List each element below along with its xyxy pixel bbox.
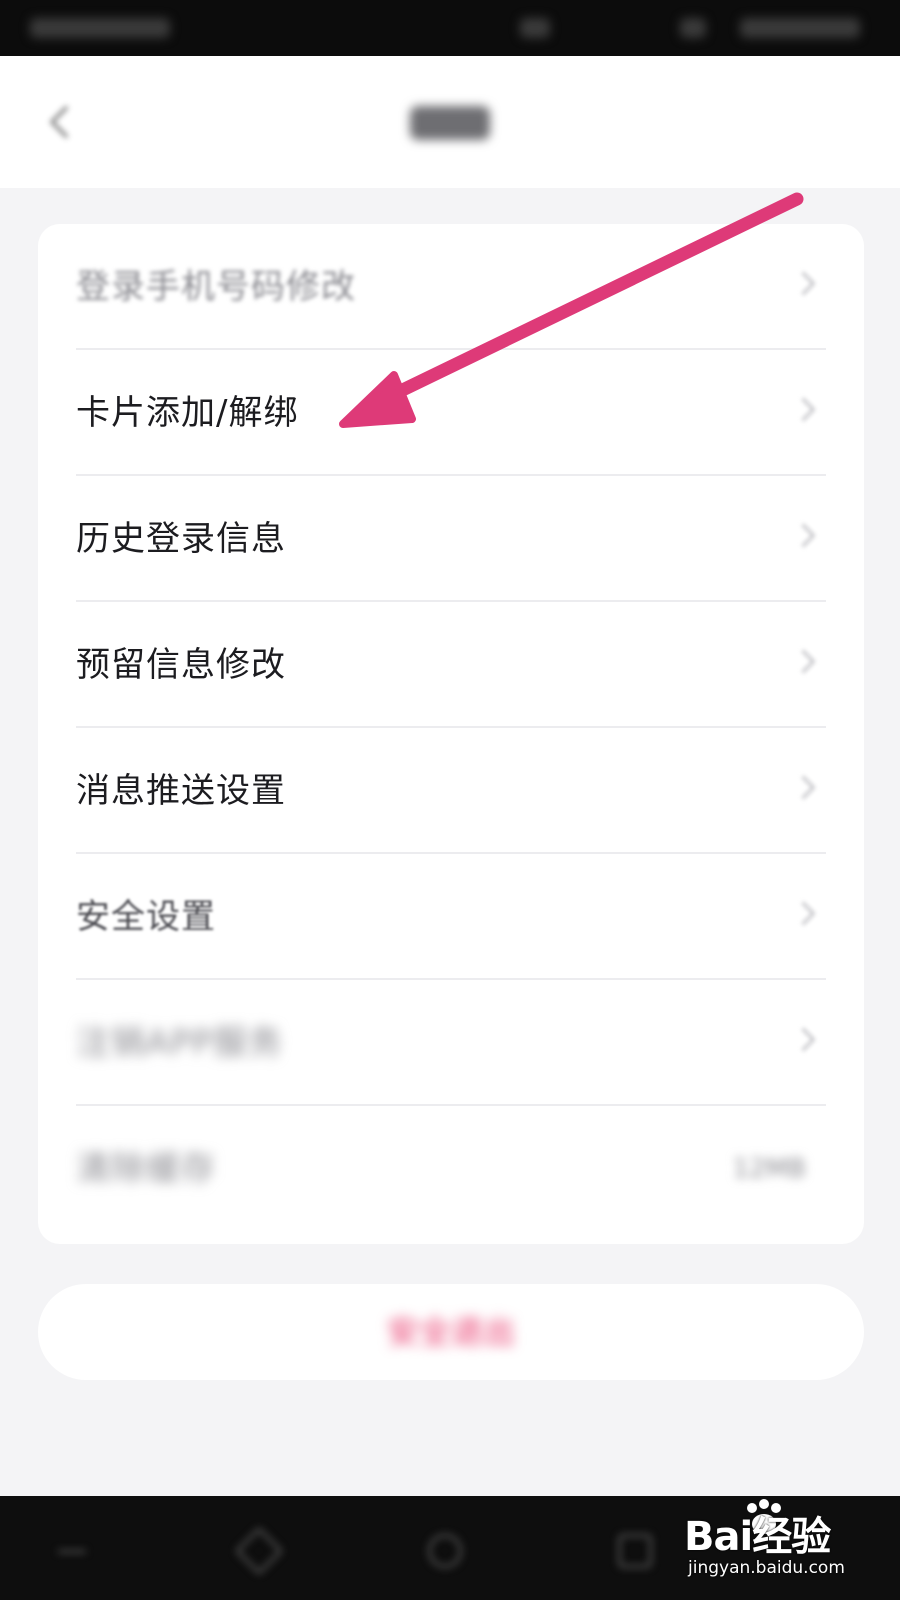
page-title-text: 设置 — [410, 106, 490, 140]
chevron-right-icon — [791, 523, 816, 548]
nav-home-icon[interactable] — [420, 1526, 464, 1570]
settings-list: 登录手机号码修改 卡片添加/解绑 历史登录信息 预留信息修改 消息推送设置 安全… — [38, 224, 864, 1244]
settings-item-label: 卡片添加/解绑 — [76, 393, 299, 433]
carrier-indicator — [30, 18, 170, 38]
chevron-right-icon — [791, 397, 816, 422]
signal-icon — [520, 18, 550, 38]
battery-time-indicator — [740, 18, 860, 38]
chevron-right-icon — [791, 271, 816, 296]
nav-menu-icon[interactable] — [50, 1526, 94, 1570]
page-title: 设置 — [380, 98, 520, 146]
settings-item-push[interactable]: 消息推送设置 — [38, 728, 864, 854]
logout-label: 安全退出 — [386, 1313, 515, 1351]
baidu-jingyan-watermark: Bai经验 jingyan.baidu.com — [684, 1499, 884, 1588]
chevron-right-icon — [791, 1027, 816, 1052]
settings-item-label: 登录手机号码修改 — [76, 267, 356, 307]
chevron-right-icon — [791, 901, 816, 926]
watermark-url: jingyan.baidu.com — [688, 1558, 845, 1578]
settings-item-deregister[interactable]: 注销APP服务 — [38, 980, 864, 1106]
cache-size-value: 12MB — [732, 1154, 806, 1184]
settings-item-security[interactable]: 安全设置 — [38, 854, 864, 980]
chevron-right-icon — [791, 649, 816, 674]
settings-item-label: 注销APP服务 — [76, 1023, 284, 1063]
nav-recents-icon[interactable] — [610, 1526, 654, 1570]
status-bar — [0, 0, 900, 56]
settings-item-label: 预留信息修改 — [76, 645, 286, 685]
settings-item-label: 消息推送设置 — [76, 771, 286, 811]
settings-item-login-history[interactable]: 历史登录信息 — [38, 476, 864, 602]
settings-item-change-phone[interactable]: 登录手机号码修改 — [38, 224, 864, 350]
nav-bar: 设置 — [0, 56, 900, 188]
phone-screen: 设置 登录手机号码修改 卡片添加/解绑 历史登录信息 预留信息修改 消息推送设置 — [0, 0, 900, 1600]
chevron-right-icon — [791, 775, 816, 800]
logout-button[interactable]: 安全退出 — [38, 1284, 864, 1380]
back-arrow-icon[interactable] — [40, 102, 80, 142]
settings-item-label: 清除缓存 — [76, 1149, 216, 1189]
nav-back-icon[interactable] — [234, 1526, 284, 1576]
settings-item-clear-cache[interactable]: 清除缓存 12MB — [38, 1106, 864, 1232]
wifi-icon — [680, 18, 706, 38]
settings-item-label: 安全设置 — [76, 897, 216, 937]
watermark-brand: Bai经验 — [684, 1514, 831, 1560]
settings-item-reserved-info[interactable]: 预留信息修改 — [38, 602, 864, 728]
settings-item-label: 历史登录信息 — [76, 519, 286, 559]
settings-item-card-bind[interactable]: 卡片添加/解绑 — [38, 350, 864, 476]
